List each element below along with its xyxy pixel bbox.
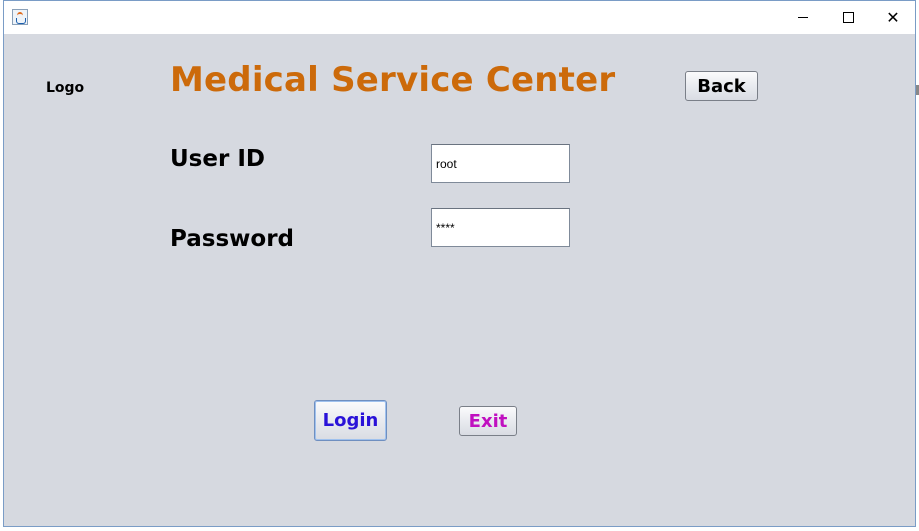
page-title: Medical Service Center [170,60,616,100]
close-button[interactable]: ✕ [870,1,916,34]
login-button[interactable]: Login [314,400,387,441]
login-window: ✕ Logo Medical Service Center Back User … [3,0,916,527]
user-id-input[interactable] [431,144,570,183]
close-icon: ✕ [886,7,900,27]
minimize-icon [798,17,808,18]
back-button[interactable]: Back [685,71,758,101]
java-app-icon [12,9,28,25]
maximize-button[interactable] [825,1,871,34]
exit-button[interactable]: Exit [459,406,517,436]
user-id-label: User ID [170,146,265,172]
password-input[interactable] [431,208,570,247]
minimize-button[interactable] [780,1,826,34]
title-bar[interactable]: ✕ [4,1,915,34]
password-label: Password [170,226,294,252]
content-panel: Logo Medical Service Center Back User ID… [4,34,915,528]
maximize-icon [842,12,854,23]
logo-placeholder: Logo [46,80,85,96]
